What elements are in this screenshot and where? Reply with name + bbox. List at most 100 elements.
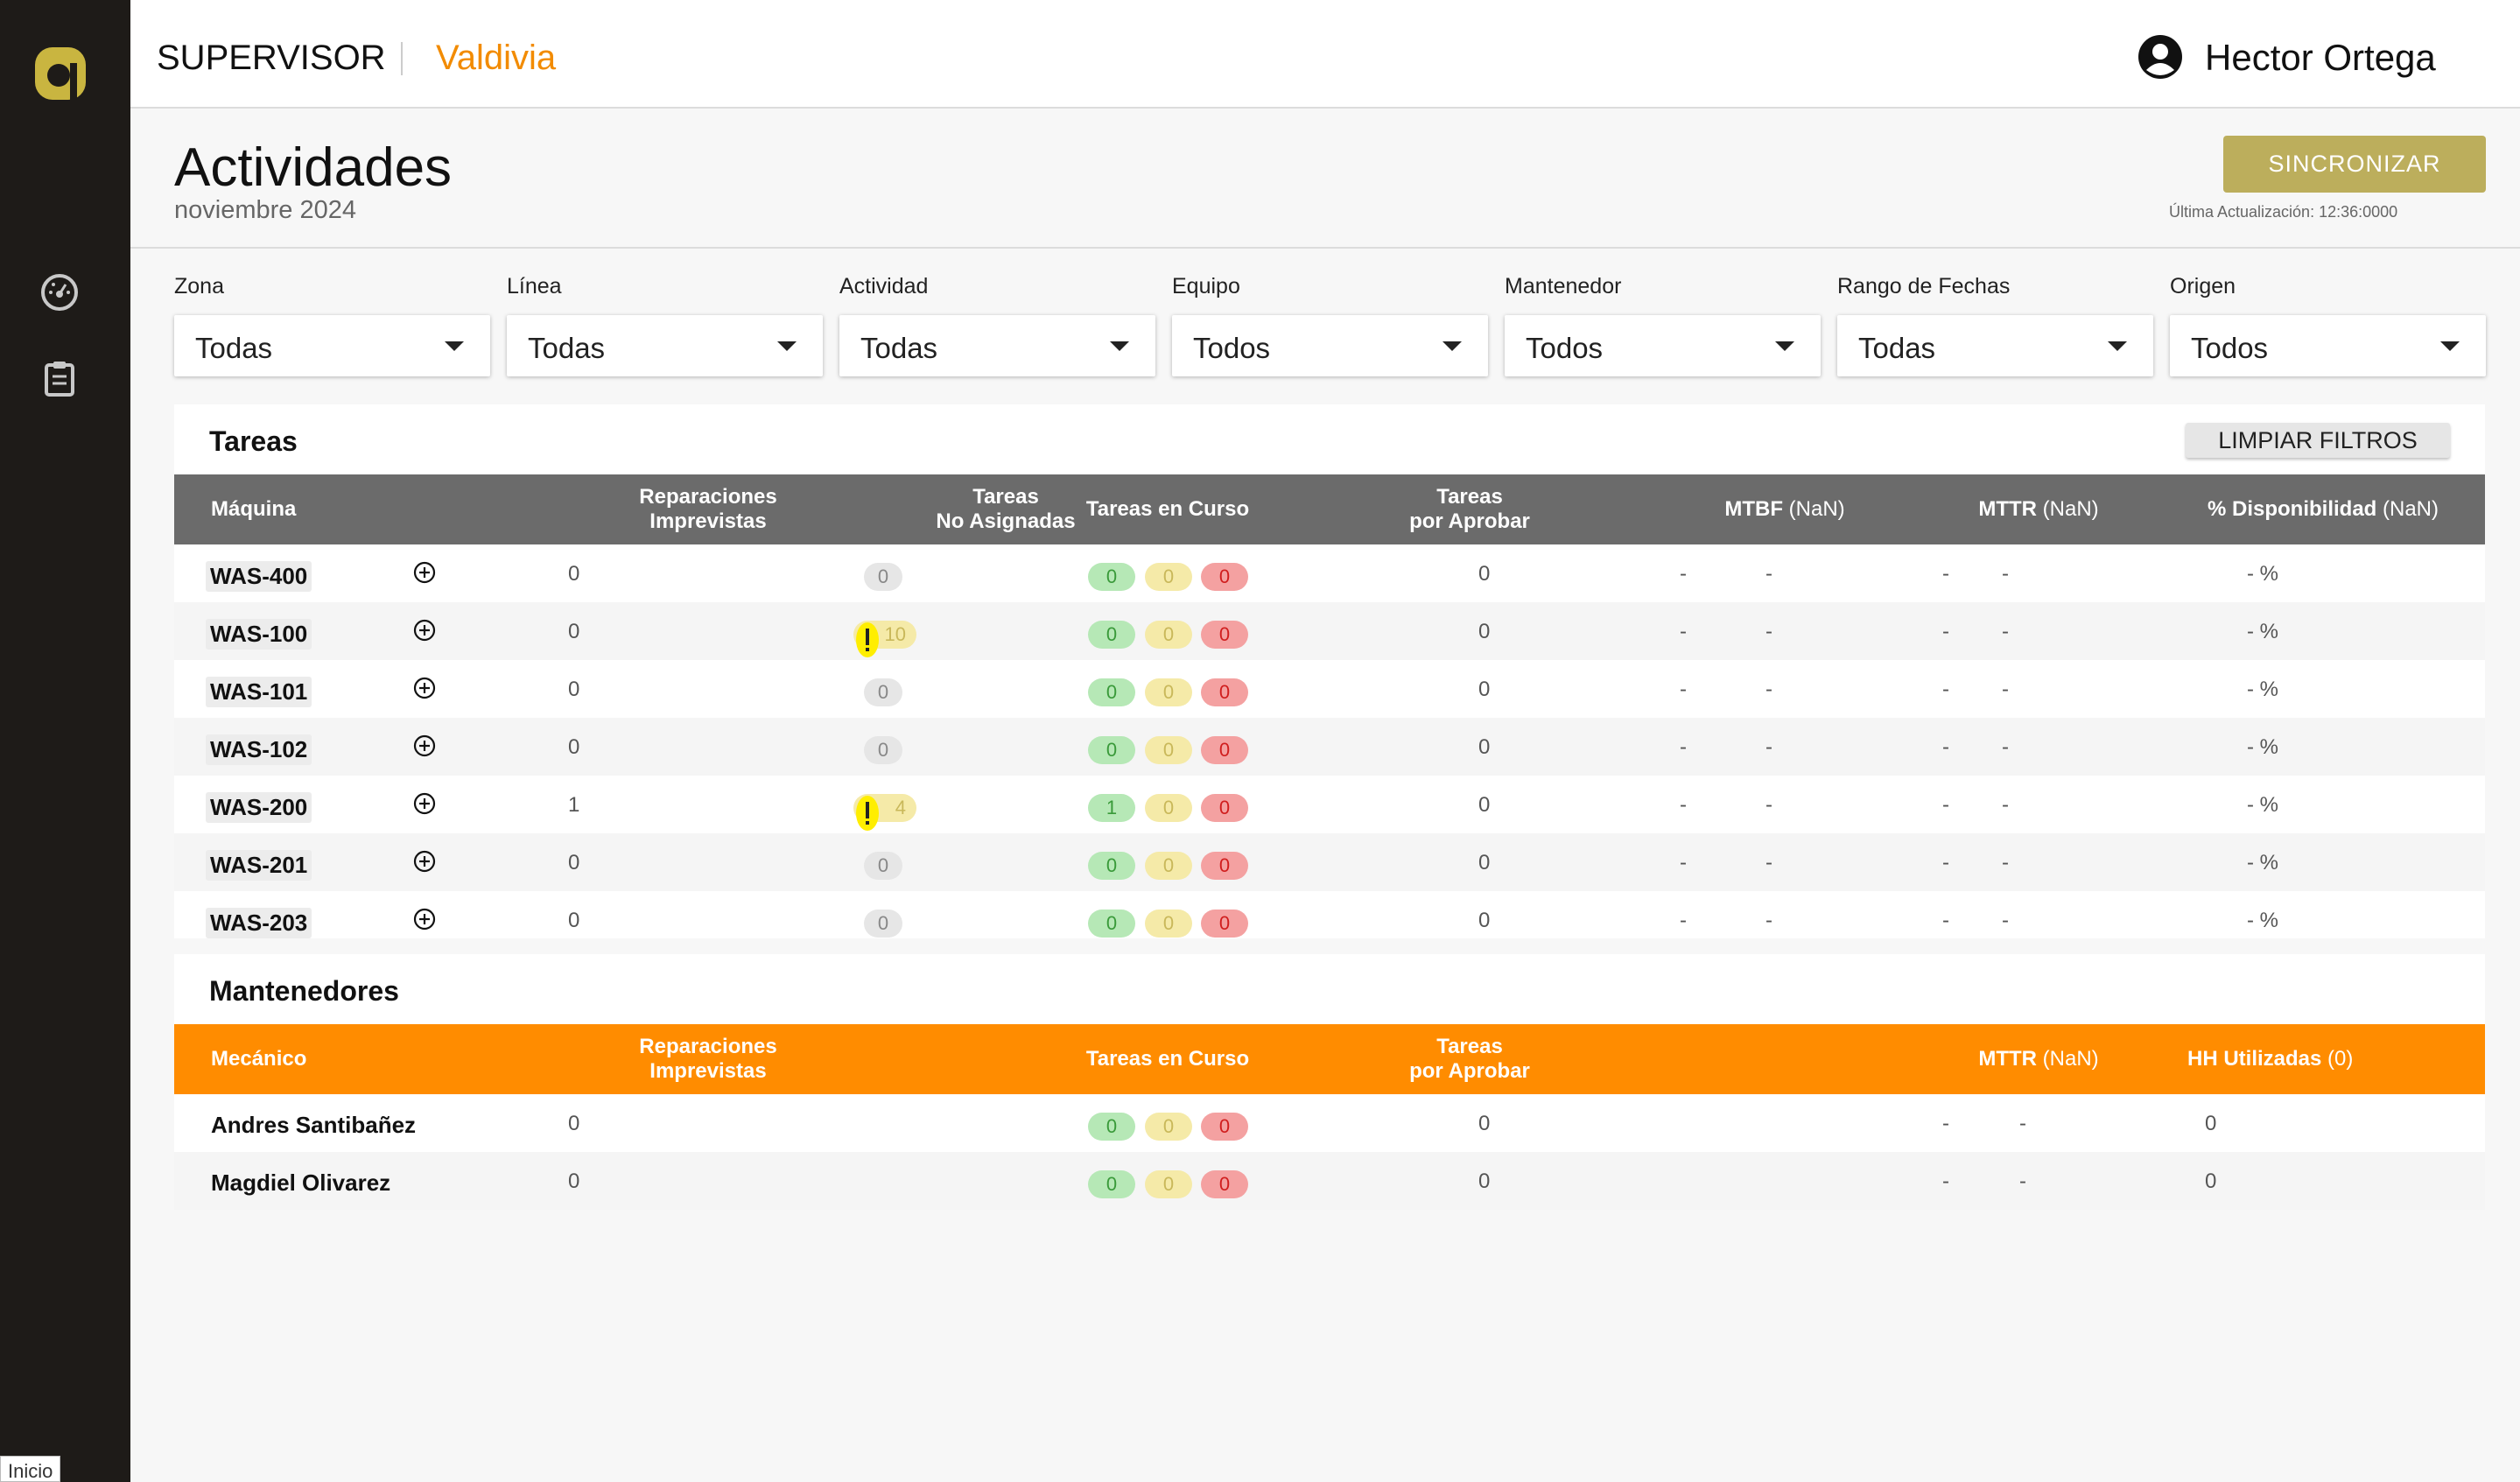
approve-count: 0 [1478, 793, 1491, 817]
pill-yellow[interactable]: 0 [1145, 852, 1192, 880]
unassigned-count-badge[interactable]: 0 [864, 910, 902, 938]
filter-value: Todas [860, 332, 938, 364]
col-hh-used[interactable]: HH Utilizadas (0) [2187, 1024, 2415, 1094]
col-mttr[interactable]: MTTR (NaN) [1942, 1024, 2135, 1094]
col-unplanned[interactable]: Reparaciones Imprevistas [612, 474, 804, 544]
unassigned-count-badge[interactable]: 0 [864, 852, 902, 880]
machine-tag[interactable]: WAS-201 [206, 850, 312, 881]
filter-select[interactable]: Todas [839, 315, 1155, 376]
table-row[interactable]: WAS-400 0 0 0 0 0 0- - - - - % [174, 544, 2485, 602]
pill-green[interactable]: 0 [1088, 563, 1135, 591]
machine-tag[interactable]: WAS-203 [206, 908, 312, 938]
table-row[interactable]: WAS-203 0 0 0 0 0 0- - - - - % [174, 891, 2485, 938]
machine-tag[interactable]: WAS-101 [206, 677, 312, 707]
add-circle-icon[interactable] [413, 619, 436, 642]
app-logo[interactable] [32, 42, 89, 105]
pill-red[interactable]: 0 [1201, 678, 1248, 706]
dashboard-gauge-icon[interactable] [39, 271, 81, 313]
table-row[interactable]: WAS-201 0 0 0 0 0 0- - - - - % [174, 833, 2485, 891]
filter-select[interactable]: Todos [1172, 315, 1488, 376]
mttr-value: - [1942, 678, 1949, 701]
pill-yellow[interactable]: 0 [1145, 1113, 1192, 1141]
machine-tag[interactable]: WAS-102 [206, 734, 312, 765]
pill-yellow[interactable]: 0 [1145, 1170, 1192, 1198]
col-availability[interactable]: % Disponibilidad (NaN) [2179, 474, 2467, 544]
pill-red[interactable]: 0 [1201, 852, 1248, 880]
table-row[interactable]: WAS-101 0 0 0 0 0 0- - - - - % [174, 660, 2485, 718]
col-unplanned[interactable]: Reparaciones Imprevistas [612, 1024, 804, 1094]
pill-red[interactable]: 0 [1201, 621, 1248, 649]
pill-green[interactable]: 1 [1088, 794, 1135, 822]
col-mechanic[interactable]: Mecánico [200, 1024, 340, 1094]
pill-yellow[interactable]: 0 [1145, 563, 1192, 591]
pill-green[interactable]: 0 [1088, 910, 1135, 938]
table-row[interactable]: WAS-200 1 4 1 0 0 0- - - - - % [174, 776, 2485, 833]
approve-count: 0 [1478, 562, 1491, 586]
col-to-approve[interactable]: Tareas por Aprobar [1382, 474, 1557, 544]
pill-red[interactable]: 0 [1201, 563, 1248, 591]
pill-red[interactable]: 0 [1201, 1170, 1248, 1198]
unassigned-count-badge[interactable]: 0 [864, 563, 902, 591]
pill-green[interactable]: 0 [1088, 736, 1135, 764]
pill-yellow[interactable]: 0 [1145, 621, 1192, 649]
add-circle-icon[interactable] [413, 677, 436, 699]
sync-button[interactable]: SINCRONIZAR [2223, 136, 2486, 193]
col-to-approve[interactable]: Tareas por Aprobar [1382, 1024, 1557, 1094]
table-row[interactable]: WAS-102 0 0 0 0 0 0- - - - - % [174, 718, 2485, 776]
filter-value: Todos [1193, 332, 1271, 364]
machine-tag[interactable]: WAS-400 [206, 561, 312, 592]
mttr-value: - [2002, 851, 2009, 874]
filter-label: Línea [507, 274, 562, 299]
pill-yellow[interactable]: 0 [1145, 794, 1192, 822]
pill-yellow[interactable]: 0 [1145, 910, 1192, 938]
table-row[interactable]: Magdiel Olivarez 0 0 0 0 0- -0 [174, 1152, 2485, 1210]
filter-select[interactable]: Todos [1505, 315, 1821, 376]
pill-red[interactable]: 0 [1201, 910, 1248, 938]
clear-filters-button[interactable]: LIMPIAR FILTROS [2186, 423, 2450, 458]
availability-value: - % [2247, 851, 2278, 874]
add-circle-icon[interactable] [413, 908, 436, 931]
unassigned-count-badge[interactable]: 0 [864, 678, 902, 706]
filter-select[interactable]: Todas [1837, 315, 2153, 376]
add-circle-icon[interactable] [413, 734, 436, 757]
pill-yellow[interactable]: 0 [1145, 736, 1192, 764]
machine-tag[interactable]: WAS-100 [206, 619, 312, 650]
filter-label: Origen [2170, 274, 2236, 299]
pill-green[interactable]: 0 [1088, 1113, 1135, 1141]
mechanic-name[interactable]: Andres Santibañez [211, 1112, 416, 1139]
pill-green[interactable]: 0 [1088, 621, 1135, 649]
table-row[interactable]: Andres Santibañez 0 0 0 0 0- -0 [174, 1094, 2485, 1152]
pill-red[interactable]: 0 [1201, 794, 1248, 822]
mtbf-value: - [1680, 909, 1687, 932]
add-circle-icon[interactable] [413, 792, 436, 815]
pill-yellow[interactable]: 0 [1145, 678, 1192, 706]
mechanic-name[interactable]: Magdiel Olivarez [211, 1169, 390, 1197]
add-circle-icon[interactable] [413, 561, 436, 584]
mttr-value: - [2019, 1169, 2026, 1193]
site-label[interactable]: Valdivia [436, 39, 556, 78]
pill-red[interactable]: 0 [1201, 736, 1248, 764]
clipboard-icon[interactable] [39, 357, 81, 399]
caret-down-icon [1775, 341, 1794, 351]
col-machine[interactable]: Máquina [200, 474, 340, 544]
col-in-progress[interactable]: Tareas en Curso [1067, 474, 1268, 544]
col-unassigned[interactable]: Tareas No Asignadas [927, 474, 1085, 544]
filter-select[interactable]: Todas [507, 315, 823, 376]
caret-down-icon [2108, 341, 2127, 351]
unassigned-count-badge[interactable]: 0 [864, 736, 902, 764]
filter-select[interactable]: Todos [2170, 315, 2486, 376]
pill-red[interactable]: 0 [1201, 1113, 1248, 1141]
user-avatar-icon[interactable] [2137, 33, 2184, 81]
filter-value: Todos [2191, 332, 2269, 364]
user-name[interactable]: Hector Ortega [2205, 37, 2436, 79]
col-mttr[interactable]: MTTR (NaN) [1942, 474, 2135, 544]
pill-green[interactable]: 0 [1088, 678, 1135, 706]
table-row[interactable]: WAS-100 0 10 0 0 0 0- - - - - % [174, 602, 2485, 660]
filter-select[interactable]: Todas [174, 315, 490, 376]
col-mtbf[interactable]: MTBF (NaN) [1688, 474, 1881, 544]
pill-green[interactable]: 0 [1088, 1170, 1135, 1198]
machine-tag[interactable]: WAS-200 [206, 792, 312, 823]
col-in-progress[interactable]: Tareas en Curso [1067, 1024, 1268, 1094]
add-circle-icon[interactable] [413, 850, 436, 873]
pill-green[interactable]: 0 [1088, 852, 1135, 880]
